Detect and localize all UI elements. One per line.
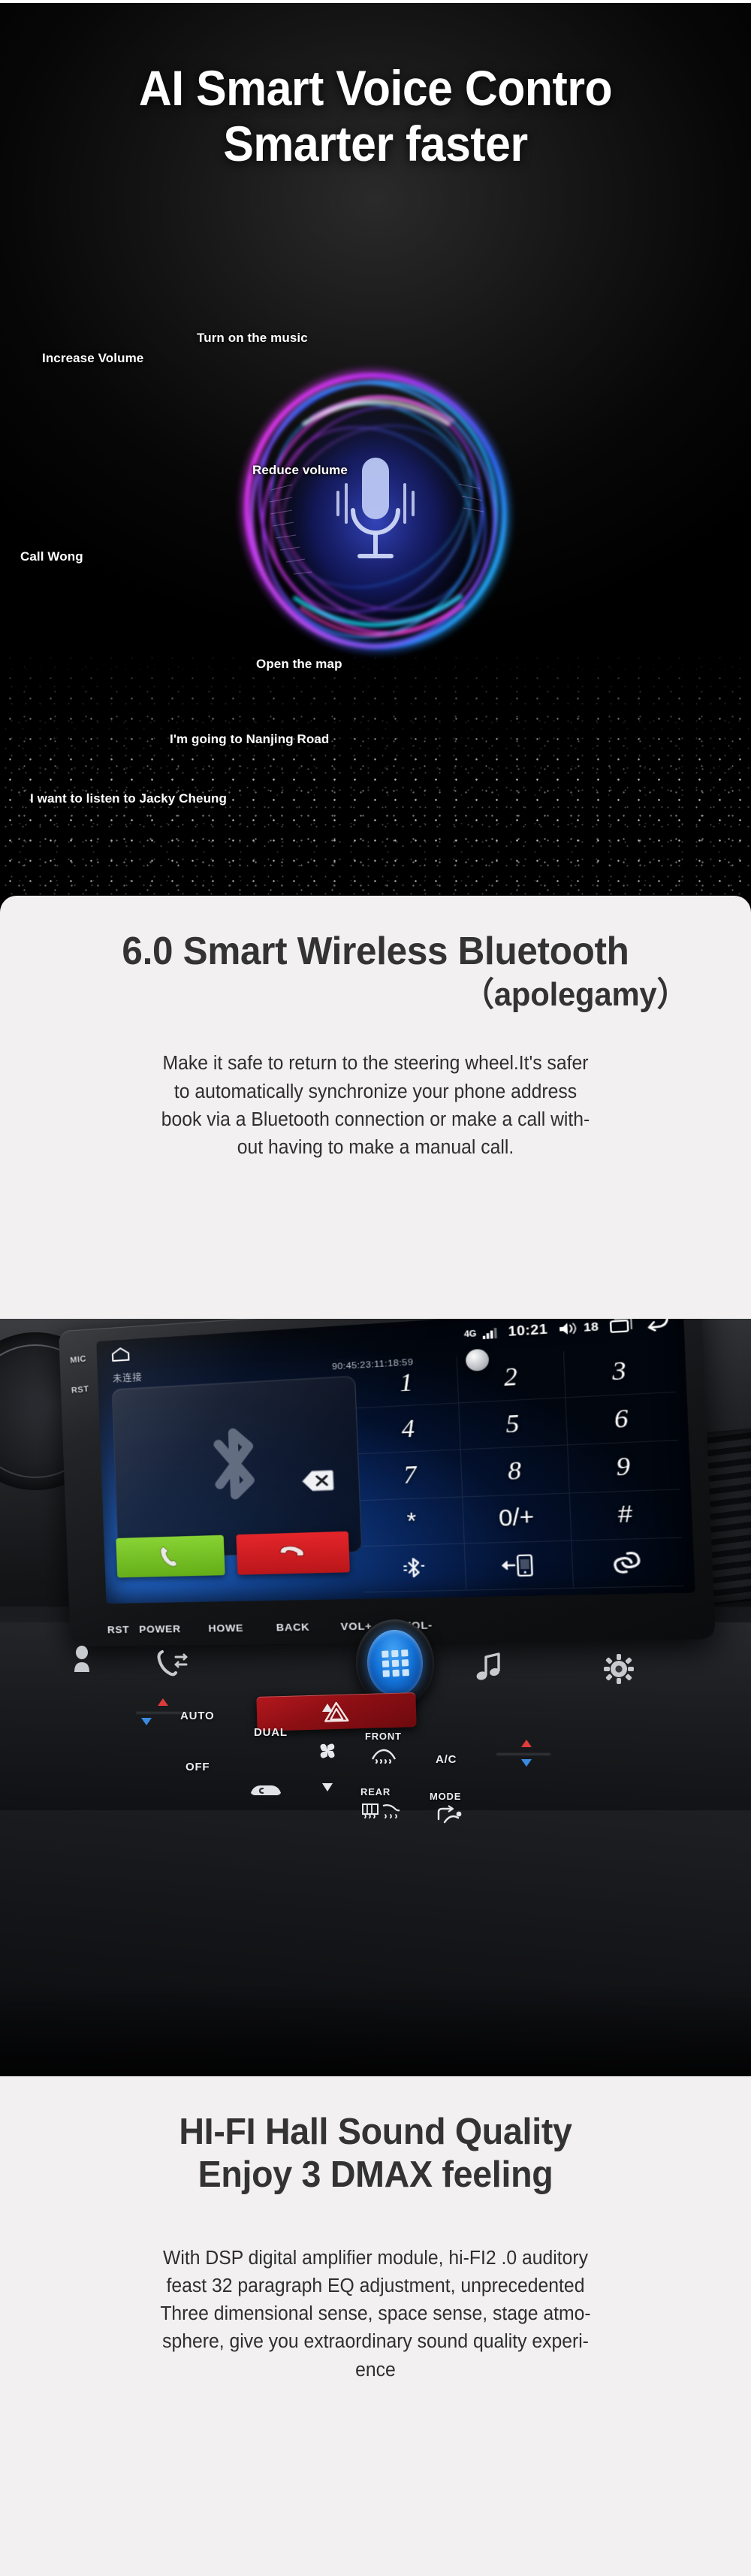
hifi-body-line: Three dimensional sense, space sense, st… [160, 2303, 591, 2325]
car-interior-photo-section: MIC RST RST POWER HOWE BACK VOL+ VOL- 4G… [0, 1319, 751, 2076]
voice-command-label: I want to listen to Jacky Cheung [30, 791, 228, 806]
bluetooth-body-line: Make it safe to return to the steering w… [162, 1053, 589, 1075]
hifi-body-line: ence [355, 2359, 396, 2381]
bluetooth-body-line: book via a Bluetooth connection or make … [161, 1108, 590, 1130]
hero-title: AI Smart Voice Contro Smarter faster [0, 61, 751, 172]
climate-ac-button[interactable]: A/C [436, 1753, 457, 1766]
hifi-body-line: With DSP digital amplifier module, hi-FI… [163, 2247, 588, 2269]
voice-command-label: Turn on the music [197, 331, 308, 345]
fan-speed-rocker[interactable] [311, 1702, 344, 1800]
hifi-heading: HI-FI Hall Sound Quality Enjoy 3 DMAX fe… [0, 2111, 751, 2197]
voice-command-label: Call Wong [20, 549, 83, 564]
climate-auto-button[interactable]: AUTO [180, 1710, 214, 1722]
recirculate-icon[interactable] [248, 1780, 284, 1802]
bluetooth-heading-sub: （apolegamy） [463, 976, 689, 1014]
passenger-temp-slider[interactable] [496, 1740, 551, 1770]
hero-title-line2: Smarter faster [223, 116, 528, 172]
climate-dual-button[interactable]: DUAL [254, 1726, 288, 1739]
front-defrost-icon [368, 1744, 400, 1767]
bluetooth-info-section: 6.0 Smart Wireless Bluetooth （apolegamy）… [0, 896, 751, 1319]
climate-front-defrost-button[interactable]: FRONT [365, 1731, 402, 1742]
hifi-body-line: sphere, give you extraordinary sound qua… [162, 2331, 589, 2353]
climate-off-button[interactable]: OFF [185, 1761, 210, 1773]
climate-rear-defrost-button[interactable]: REAR [360, 1786, 391, 1797]
fan-icon [316, 1740, 339, 1766]
bluetooth-body: Make it safe to return to the steering w… [11, 1050, 740, 1162]
bluetooth-body-line: out having to make a manual call. [237, 1137, 514, 1158]
hifi-info-section: HI-FI Hall Sound Quality Enjoy 3 DMAX fe… [0, 2076, 751, 2576]
hifi-body-line: feast 32 paragraph EQ adjustment, unprec… [166, 2275, 585, 2296]
rear-defrost-icon [360, 1800, 403, 1823]
voice-visualizer [199, 334, 552, 687]
voice-command-label: Increase Volume [42, 351, 144, 365]
hifi-body: With DSP digital amplifier module, hi-FI… [11, 2245, 740, 2384]
product-landing-page: AI Smart Voice Contro Smarter faster Inc… [0, 0, 751, 2576]
climate-mode-button[interactable]: MODE [430, 1791, 461, 1802]
hero-voice-section: AI Smart Voice Contro Smarter faster Inc… [0, 3, 751, 896]
airflow-mode-icon [434, 1804, 464, 1828]
bluetooth-body-line: to automatically synchronize your phone … [173, 1081, 578, 1102]
voice-command-label: I'm going to Nanjing Road [170, 732, 330, 746]
bluetooth-heading: 6.0 Smart Wireless Bluetooth （apolegamy） [0, 929, 751, 1014]
temperature-down-icon[interactable] [521, 1759, 532, 1767]
climate-control-panel: AUTO DUAL OFF FRONT A/C REAR MODE [0, 1319, 751, 2076]
voice-command-label: Reduce volume [252, 463, 348, 477]
fan-down-icon[interactable] [322, 1783, 333, 1791]
temperature-up-icon[interactable] [158, 1698, 168, 1706]
hifi-heading-line2: Enjoy 3 DMAX feeling [198, 2154, 553, 2195]
fan-up-icon[interactable] [322, 1704, 333, 1712]
temperature-up-icon[interactable] [521, 1740, 532, 1747]
voice-command-label: Open the map [256, 657, 342, 671]
hifi-heading-line1: HI-FI Hall Sound Quality [179, 2112, 572, 2152]
temperature-down-icon[interactable] [141, 1718, 152, 1725]
bluetooth-heading-main: 6.0 Smart Wireless Bluetooth [122, 930, 629, 973]
hero-title-line1: AI Smart Voice Contro [138, 60, 613, 116]
